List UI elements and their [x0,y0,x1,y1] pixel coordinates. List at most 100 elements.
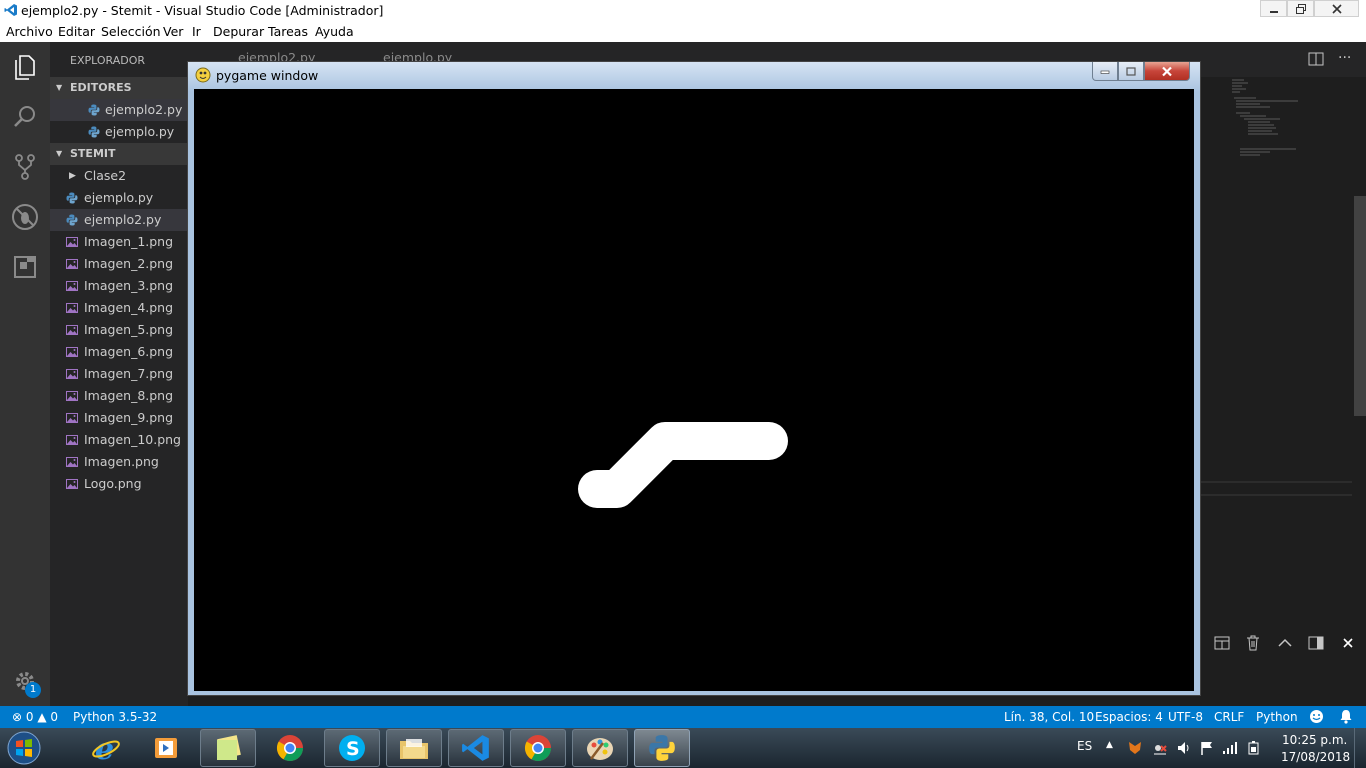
close-button[interactable] [1314,0,1359,17]
file-item[interactable]: ejemplo2.py [50,209,188,231]
more-actions-icon[interactable]: ··· [1338,50,1351,66]
toggle-panel-icon[interactable] [1307,634,1325,652]
show-desktop-button[interactable] [1354,728,1366,768]
encoding[interactable]: UTF-8 [1168,706,1203,728]
file-item[interactable]: Imagen_5.png [50,319,188,341]
image-file-icon [66,281,78,291]
file-item[interactable]: Imagen_7.png [50,363,188,385]
cursor-position[interactable]: Lín. 38, Col. 10 [1004,706,1094,728]
problems-indicator[interactable]: ⊗ 0 ▲ 0 [12,706,58,728]
signal-bars-icon[interactable] [1222,740,1240,756]
pygame-maximize-button[interactable] [1118,62,1144,81]
menu-ir[interactable]: Ir [192,24,201,39]
file-label: Imagen_4.png [84,300,174,315]
pygame-canvas[interactable] [194,89,1194,691]
menu-tareas[interactable]: Tareas [268,24,308,39]
file-label: Imagen_3.png [84,278,174,293]
search-icon[interactable] [10,102,40,132]
taskbar-vscode[interactable] [448,729,504,767]
split-editor-icon[interactable] [1308,52,1324,70]
debug-icon[interactable] [10,202,40,232]
scrollbar-thumb[interactable] [1354,196,1366,416]
windows-start-icon[interactable] [4,730,44,766]
file-item[interactable]: Imagen_9.png [50,407,188,429]
folder-item[interactable]: ▶ Clase2 [50,165,188,187]
clock-date[interactable]: 17/08/2018 [1281,750,1350,764]
file-item[interactable]: ejemplo.py [50,187,188,209]
taskbar-file-explorer[interactable] [386,729,442,767]
file-item[interactable]: Imagen_10.png [50,429,188,451]
file-item[interactable]: Imagen_8.png [50,385,188,407]
menu-editar[interactable]: Editar [58,24,95,39]
python-icon [649,735,675,761]
source-control-icon[interactable] [10,152,40,182]
language-indicator[interactable]: ES [1077,739,1092,753]
volume-icon[interactable] [1176,740,1192,756]
file-label: Imagen_10.png [84,432,181,447]
open-editor-item[interactable]: ejemplo2.py [50,99,188,121]
pygame-window[interactable]: pygame window [187,61,1201,696]
chevron-up-icon[interactable] [1276,634,1294,652]
show-hidden-icons-icon[interactable]: ▲ [1106,740,1113,750]
close-panel-icon[interactable] [1339,634,1357,652]
minimize-icon [1269,10,1278,13]
line-ending[interactable]: CRLF [1214,706,1244,728]
network-error-icon[interactable] [1152,740,1168,756]
window-title: ejemplo2.py - Stemit - Visual Studio Cod… [21,3,384,18]
pygame-minimize-button[interactable] [1092,62,1118,81]
file-item[interactable]: Imagen_1.png [50,231,188,253]
file-label: Imagen_5.png [84,322,174,337]
extensions-icon[interactable] [10,252,40,282]
taskbar-paint[interactable] [572,729,628,767]
folder-icon [400,739,428,759]
file-item[interactable]: Imagen_3.png [50,275,188,297]
taskbar-chrome-2[interactable] [510,729,566,767]
file-item[interactable]: Imagen_4.png [50,297,188,319]
minimap-code-preview [1200,79,1352,496]
project-header[interactable]: ▼ STEMIT [50,143,188,165]
file-label: ejemplo2.py [84,212,162,227]
open-editor-item[interactable]: ejemplo.py [50,121,188,143]
taskbar-python[interactable] [634,729,690,767]
indentation[interactable]: Espacios: 4 [1095,706,1163,728]
menu-depurar[interactable]: Depurar [213,24,264,39]
battery-plug-icon[interactable] [1246,740,1262,756]
pygame-close-button[interactable] [1144,62,1190,81]
taskbar-chrome[interactable] [262,729,318,767]
file-item[interactable]: Imagen.png [50,451,188,473]
maximize-icon [1126,66,1136,76]
taskbar-media-player[interactable] [138,729,194,767]
windows-taskbar: e S ES ▲ 10:25 p.m. 17/08/2018 [0,728,1366,768]
trash-icon[interactable] [1244,634,1262,652]
file-item[interactable]: Imagen_6.png [50,341,188,363]
taskbar-internet-explorer[interactable]: e [78,729,134,767]
menu-archivo[interactable]: Archivo [6,24,53,39]
metamask-fox-icon[interactable] [1127,740,1143,756]
file-item[interactable]: Imagen_2.png [50,253,188,275]
minimize-button[interactable] [1260,0,1287,17]
taskbar-sticky-notes[interactable] [200,729,256,767]
menu-ayuda[interactable]: Ayuda [315,24,354,39]
file-label: Logo.png [84,476,142,491]
file-item[interactable]: Logo.png [50,473,188,495]
split-terminal-icon[interactable] [1213,634,1231,652]
explorer-sidebar: EXPLORADOR ▼ EDITORES ABIERTOS ejemplo2.… [50,42,188,706]
minimize-icon [1100,70,1110,74]
menu-seleccion[interactable]: Selección [101,24,161,39]
language-mode[interactable]: Python [1256,706,1298,728]
error-icon: ⊗ [12,710,23,724]
file-label: Imagen_8.png [84,388,174,403]
warning-count: 0 [50,710,59,724]
taskbar-skype[interactable]: S [324,729,380,767]
open-editors-header[interactable]: ▼ EDITORES ABIERTOS [50,77,188,116]
explorer-icon[interactable] [10,52,40,82]
image-file-icon [66,391,78,401]
image-file-icon [66,413,78,423]
python-interpreter[interactable]: Python 3.5-32 [73,706,157,728]
clock-time[interactable]: 10:25 p.m. [1282,733,1347,747]
maximize-button[interactable] [1287,0,1314,17]
action-center-flag-icon[interactable] [1199,740,1215,756]
menu-ver[interactable]: Ver [163,24,183,39]
python-file-icon [88,104,100,116]
pygame-titlebar[interactable]: pygame window [188,62,1200,89]
